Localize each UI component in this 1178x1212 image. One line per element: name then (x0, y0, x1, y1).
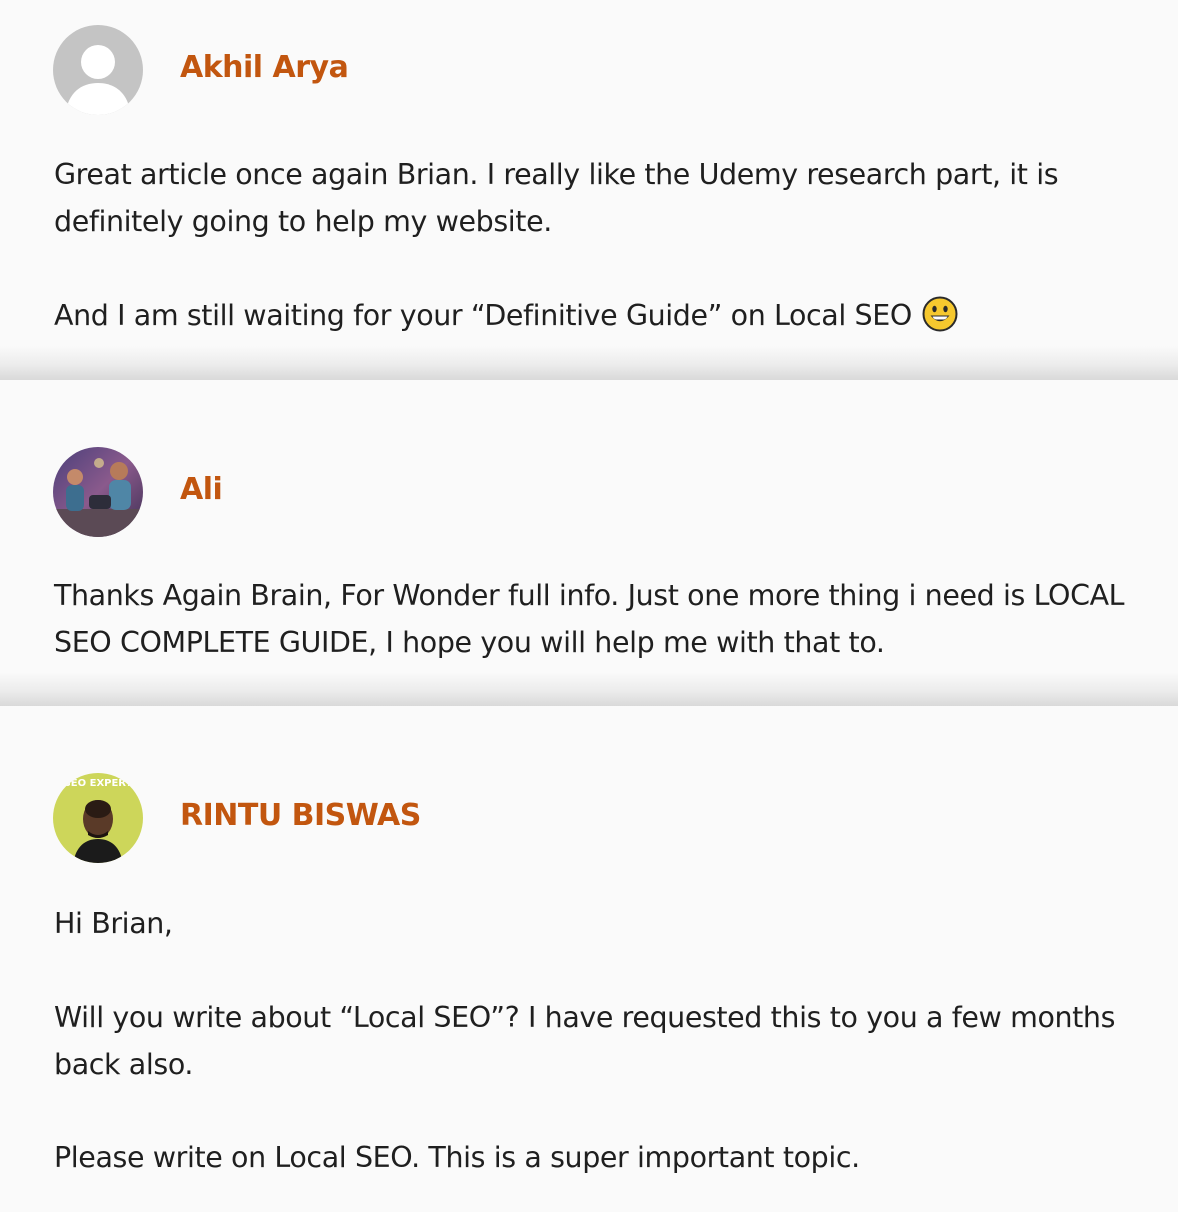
comment-list: Akhil Arya Great article once again Bria… (0, 0, 1178, 1212)
comment-item: SEO EXPERT RINTU BISWAS Hi Brian, Will y… (0, 706, 1178, 1212)
photo-avatar-icon[interactable] (53, 447, 143, 537)
comment-item: Ali Thanks Again Brain, For Wonder full … (0, 380, 1178, 706)
comment-text: Thanks Again Brain, For Wonder full info… (54, 579, 1125, 659)
comment-divider (0, 672, 1178, 708)
comment-text: Hi Brian, (54, 907, 173, 940)
comment-text: Please write on Local SEO. This is a sup… (54, 1141, 860, 1174)
comment-author[interactable]: RINTU BISWAS (180, 798, 421, 834)
comment-text: Will you write about “Local SEO”? I have… (54, 1001, 1116, 1081)
default-user-avatar-icon[interactable] (53, 25, 143, 115)
comment-text: And I am still waiting for your “Definit… (54, 292, 1154, 339)
comment-text: Great article once again Brian. I really… (54, 158, 1059, 238)
comment-author[interactable]: Akhil Arya (180, 50, 349, 86)
comment-divider (0, 346, 1178, 382)
comment-item: Akhil Arya Great article once again Bria… (0, 0, 1178, 380)
comment-author[interactable]: Ali (180, 472, 223, 508)
avatar-badge-text: SEO EXPERT (64, 778, 133, 789)
photo-avatar-icon[interactable]: SEO EXPERT (53, 773, 143, 863)
grinning-face-emoji (922, 296, 958, 332)
